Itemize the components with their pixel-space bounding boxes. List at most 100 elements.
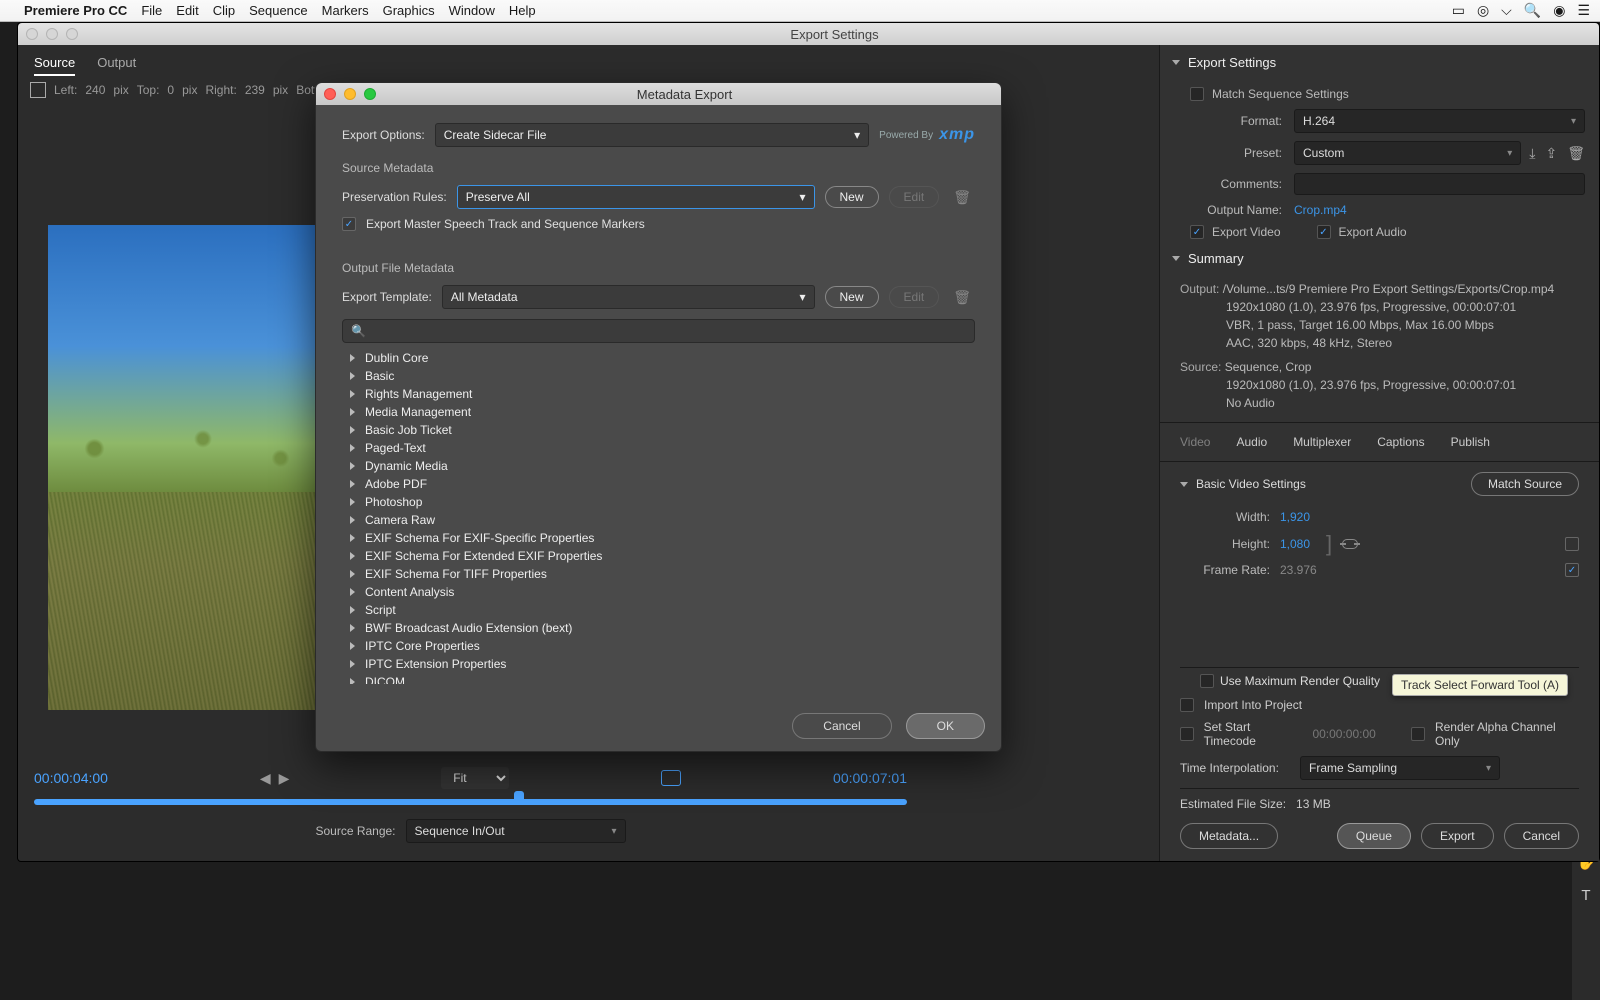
disclosure-right-icon[interactable] — [350, 426, 355, 434]
dimension-lock-checkbox[interactable] — [1565, 537, 1579, 551]
disclosure-right-icon[interactable] — [350, 642, 355, 650]
disclosure-right-icon[interactable] — [350, 390, 355, 398]
output-filename-link[interactable]: Crop.mp4 — [1294, 203, 1347, 217]
wifi-icon[interactable]: ⌵ — [1501, 2, 1512, 19]
tab-source[interactable]: Source — [34, 55, 75, 76]
menu-file[interactable]: File — [141, 3, 162, 18]
spotlight-icon[interactable]: 🔍 — [1524, 2, 1541, 19]
frame-rate-lock-checkbox[interactable] — [1565, 563, 1579, 577]
disclosure-right-icon[interactable] — [350, 462, 355, 470]
template-new-button[interactable]: New — [825, 286, 879, 308]
menu-graphics[interactable]: Graphics — [383, 3, 435, 18]
disclosure-right-icon[interactable] — [350, 444, 355, 452]
export-options-select[interactable]: Create Sidecar File▾ — [435, 123, 869, 147]
app-name[interactable]: Premiere Pro CC — [24, 3, 127, 18]
format-select[interactable]: H.264▾ — [1294, 109, 1585, 133]
preservation-edit-button[interactable]: Edit — [889, 186, 940, 208]
menu-markers[interactable]: Markers — [322, 3, 369, 18]
menu-clip[interactable]: Clip — [213, 3, 235, 18]
metadata-close-button[interactable] — [324, 88, 336, 100]
crop-left-value[interactable]: 240 — [85, 83, 105, 97]
type-tool-icon[interactable]: T — [1581, 887, 1590, 904]
export-template-select[interactable]: All Metadata▾ — [442, 285, 815, 309]
source-range-select[interactable]: Sequence In/Out▾ — [406, 819, 626, 843]
tab-output[interactable]: Output — [97, 55, 136, 76]
subtab-captions[interactable]: Captions — [1377, 429, 1424, 455]
cc-icon[interactable]: ◎ — [1477, 2, 1489, 19]
export-video-checkbox[interactable] — [1190, 225, 1204, 239]
disclosure-right-icon[interactable] — [350, 606, 355, 614]
next-frame-icon[interactable]: ▶ — [279, 770, 290, 787]
crop-top-value[interactable]: 0 — [167, 83, 174, 97]
disclosure-right-icon[interactable] — [350, 660, 355, 668]
start-timecode-value[interactable]: 00:00:00:00 — [1312, 727, 1375, 741]
export-button[interactable]: Export — [1421, 823, 1494, 849]
import-project-checkbox[interactable] — [1180, 698, 1194, 712]
render-alpha-checkbox[interactable] — [1411, 727, 1425, 741]
template-edit-button[interactable]: Edit — [889, 286, 940, 308]
save-preset-icon[interactable]: ⤓ — [1529, 145, 1535, 162]
metadata-ok-button[interactable]: OK — [906, 713, 985, 739]
menu-window[interactable]: Window — [449, 3, 495, 18]
export-master-checkbox[interactable] — [342, 217, 356, 231]
prev-frame-icon[interactable]: ◀ — [260, 770, 271, 787]
import-preset-icon[interactable]: ⇪ — [1545, 145, 1557, 162]
max-render-checkbox[interactable] — [1200, 674, 1214, 688]
menu-help[interactable]: Help — [509, 3, 536, 18]
window-zoom-button[interactable] — [66, 28, 78, 40]
time-interp-select[interactable]: Frame Sampling▾ — [1300, 756, 1500, 780]
template-delete-icon[interactable]: 🗑 — [949, 289, 975, 306]
metadata-schema-tree[interactable]: Dublin Core Basic Rights Management Medi… — [342, 349, 975, 684]
menu-list-icon[interactable]: ☰ — [1577, 2, 1590, 19]
subtab-video[interactable]: Video — [1180, 429, 1210, 455]
window-minimize-button[interactable] — [46, 28, 58, 40]
frame-rate-value[interactable]: 23.976 — [1280, 563, 1317, 577]
menu-sequence[interactable]: Sequence — [249, 3, 308, 18]
start-timecode-checkbox[interactable] — [1180, 727, 1194, 741]
aspect-toggle-icon[interactable] — [661, 770, 681, 786]
disclosure-right-icon[interactable] — [350, 678, 355, 684]
subtab-multiplexer[interactable]: Multiplexer — [1293, 429, 1351, 455]
metadata-button[interactable]: Metadata... — [1180, 823, 1278, 849]
disclosure-right-icon[interactable] — [350, 354, 355, 362]
disclosure-right-icon[interactable] — [350, 624, 355, 632]
menu-edit[interactable]: Edit — [176, 3, 198, 18]
preset-select[interactable]: Custom▾ — [1294, 141, 1521, 165]
disclosure-right-icon[interactable] — [350, 534, 355, 542]
disclosure-right-icon[interactable] — [350, 570, 355, 578]
disclosure-right-icon[interactable] — [350, 588, 355, 596]
width-value[interactable]: 1,920 — [1280, 510, 1310, 524]
subtab-publish[interactable]: Publish — [1451, 429, 1490, 455]
comments-input[interactable] — [1294, 173, 1585, 195]
preservation-new-button[interactable]: New — [825, 186, 879, 208]
disclosure-right-icon[interactable] — [350, 372, 355, 380]
link-dimensions-icon[interactable] — [1342, 539, 1358, 549]
preview-scrubber[interactable] — [34, 799, 907, 805]
disclosure-right-icon[interactable] — [350, 516, 355, 524]
screen-icon[interactable]: ▭ — [1452, 2, 1465, 19]
height-value[interactable]: 1,080 — [1280, 537, 1310, 551]
delete-preset-icon[interactable]: 🗑 — [1567, 145, 1585, 162]
disclosure-right-icon[interactable] — [350, 480, 355, 488]
zoom-fit-select[interactable]: Fit — [441, 767, 509, 789]
export-settings-header[interactable]: Export Settings — [1160, 45, 1599, 80]
crop-icon[interactable] — [30, 82, 46, 98]
metadata-search-input[interactable]: 🔍 — [342, 319, 975, 343]
queue-button[interactable]: Queue — [1337, 823, 1411, 849]
metadata-minimize-button[interactable] — [344, 88, 356, 100]
cancel-button[interactable]: Cancel — [1504, 823, 1579, 849]
metadata-zoom-button[interactable] — [364, 88, 376, 100]
disclosure-right-icon[interactable] — [350, 498, 355, 506]
export-audio-checkbox[interactable] — [1317, 225, 1331, 239]
siri-icon[interactable]: ◉ — [1553, 2, 1565, 19]
match-sequence-checkbox[interactable] — [1190, 87, 1204, 101]
subtab-audio[interactable]: Audio — [1236, 429, 1267, 455]
match-source-button[interactable]: Match Source — [1471, 472, 1579, 496]
current-timecode[interactable]: 00:00:04:00 — [34, 770, 108, 786]
crop-right-value[interactable]: 239 — [245, 83, 265, 97]
playhead-icon[interactable] — [514, 791, 524, 805]
preservation-rules-select[interactable]: Preserve All▾ — [457, 185, 815, 209]
metadata-cancel-button[interactable]: Cancel — [792, 713, 891, 739]
preservation-delete-icon[interactable]: 🗑 — [949, 189, 975, 206]
disclosure-right-icon[interactable] — [350, 408, 355, 416]
